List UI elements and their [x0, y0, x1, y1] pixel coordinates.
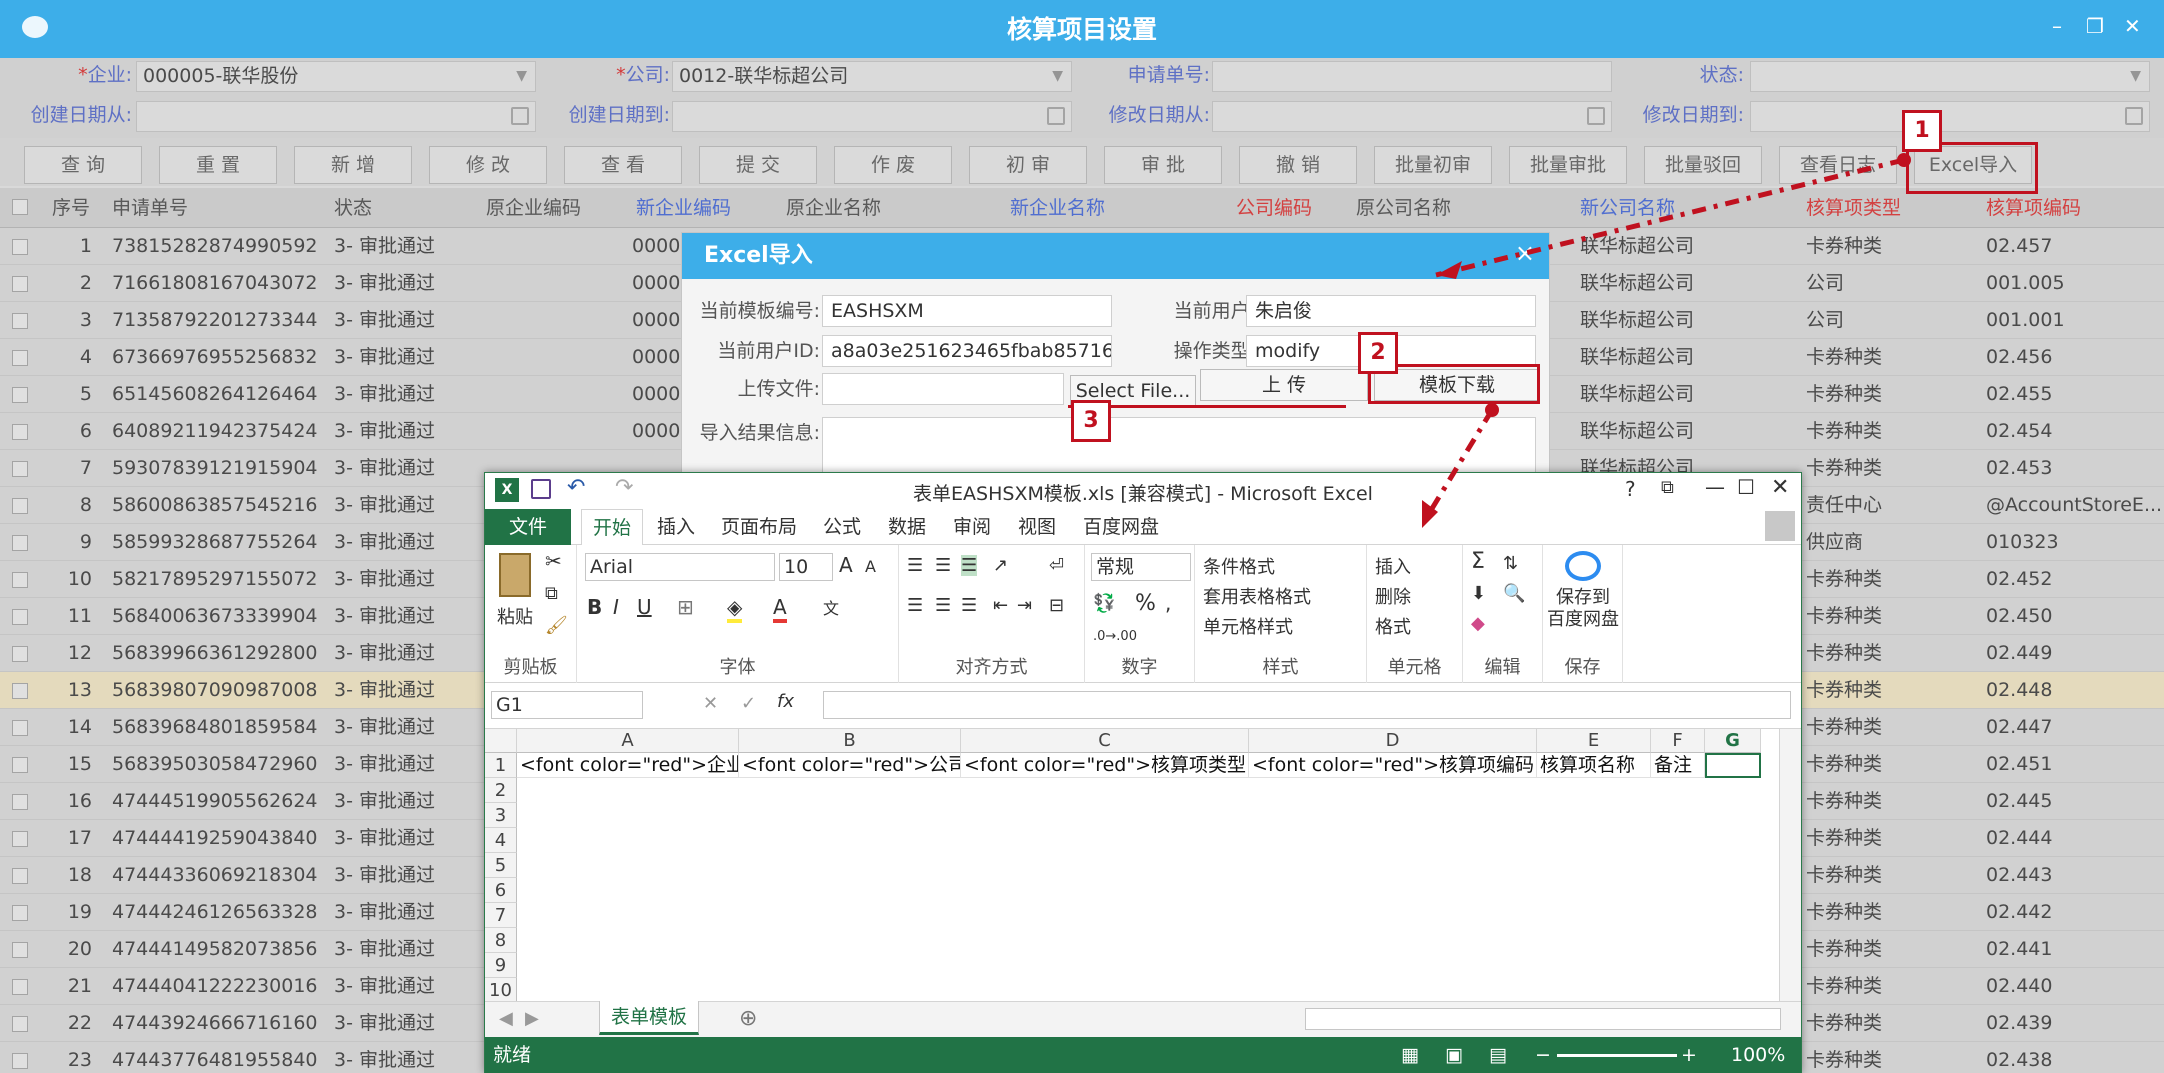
annotation-arrows: [1419, 153, 1911, 528]
arrow-origin-dot: [1485, 403, 1499, 417]
arrow-to-excel: [1419, 408, 1495, 527]
arrow-to-dialog: [1435, 157, 1905, 278]
arrow-origin-dot: [1897, 153, 1911, 167]
